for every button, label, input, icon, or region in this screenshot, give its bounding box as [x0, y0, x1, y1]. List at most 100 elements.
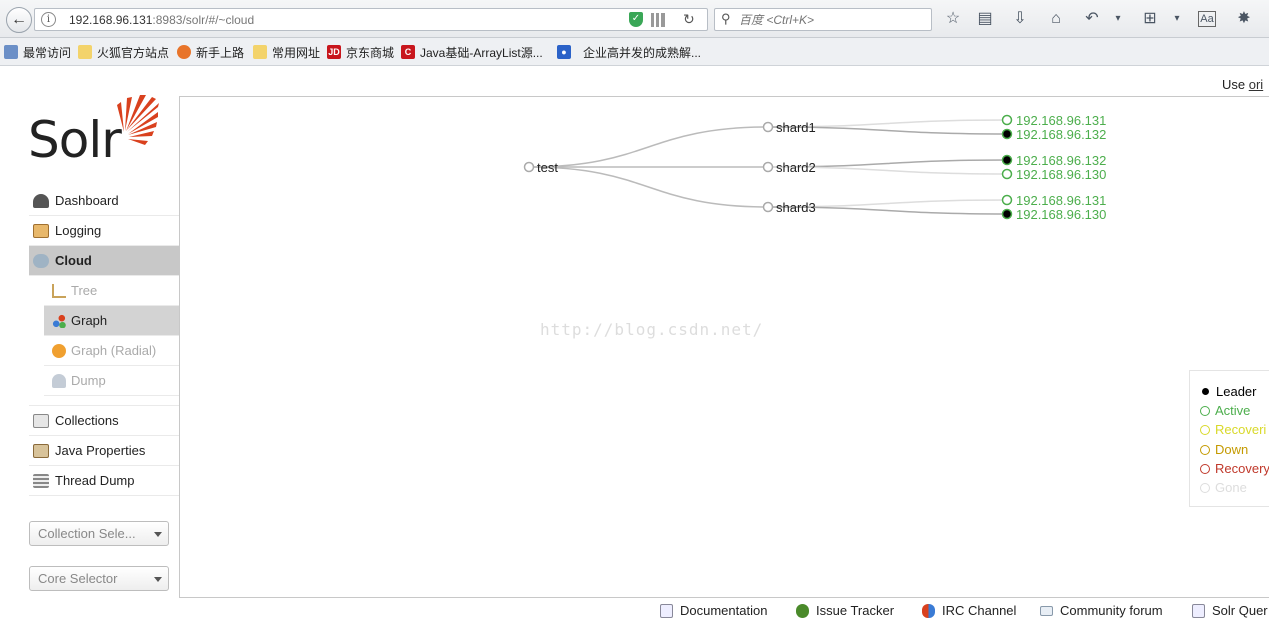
nav-collections[interactable]: Collections — [29, 406, 179, 436]
graph-legend: Leader Active Recoveri Down Recovery Gon… — [1189, 370, 1269, 507]
legend-gone: Gone — [1200, 480, 1247, 495]
chevron-down-icon — [154, 532, 162, 537]
footer-issue-tracker[interactable]: Issue Tracker — [796, 603, 894, 618]
nav-java-properties[interactable]: Java Properties — [29, 436, 179, 466]
original-ui-link[interactable]: ori — [1249, 77, 1263, 92]
nav-thread-dump[interactable]: Thread Dump — [29, 466, 179, 496]
shard-node — [762, 121, 774, 133]
star-icon[interactable]: ☆ — [943, 9, 963, 29]
collection-node — [523, 161, 535, 173]
chevron-down-icon[interactable]: ▾ — [1167, 9, 1187, 29]
java-icon — [33, 443, 49, 458]
legend-leader: Leader — [1200, 384, 1256, 399]
nav-logging[interactable]: Logging — [29, 216, 179, 246]
translate-icon[interactable]: Aa — [1198, 11, 1216, 27]
replica-label: 192.168.96.132 — [1016, 153, 1106, 168]
replica-label: 192.168.96.130 — [1016, 207, 1106, 222]
bookmark-high-concurrency[interactable]: ● 企业高并发的成熟解... — [557, 44, 701, 60]
url-path: :8983/solr/#/~cloud — [152, 13, 255, 27]
replica-leader-node — [1001, 128, 1013, 140]
qr-code-icon[interactable] — [651, 13, 665, 27]
home-icon[interactable]: ⌂ — [1046, 9, 1066, 29]
legend-active: Active — [1200, 403, 1250, 418]
cloud-graph-panel: test shard1 192.168.96.131 192.168.96.132 sh… — [179, 96, 1269, 598]
footer-documentation[interactable]: Documentation — [660, 603, 767, 618]
nav-cloud-graph[interactable]: Graph — [44, 306, 179, 336]
replica-leader-node — [1001, 154, 1013, 166]
shield-icon[interactable]: ✓ — [629, 12, 643, 27]
dashboard-icon — [33, 193, 49, 208]
reload-icon[interactable]: ↻ — [683, 11, 695, 28]
graph-link — [528, 126, 769, 168]
watermark: http://blog.csdn.net/ — [540, 320, 764, 339]
mail-icon — [1040, 605, 1053, 616]
search-input[interactable] — [739, 11, 927, 28]
logging-icon — [33, 223, 49, 238]
url-bar[interactable]: i 192.168.96.131:8983/solr/#/~cloud ✓ ↻ — [34, 8, 708, 31]
jd-icon: JD — [327, 45, 341, 59]
replica-leader-node — [1001, 208, 1013, 220]
collection-selector[interactable]: Collection Sele... — [29, 521, 169, 546]
leader-dot-icon — [1202, 388, 1209, 395]
csdn-icon: C — [401, 45, 415, 59]
nav-cloud-dump[interactable]: Dump — [44, 366, 179, 396]
document-icon — [660, 603, 673, 618]
shard-label: shard2 — [776, 160, 816, 175]
core-selector[interactable]: Core Selector — [29, 566, 169, 591]
cloud-icon — [33, 253, 49, 268]
footer-irc-channel[interactable]: IRC Channel — [922, 603, 1016, 618]
sidebar: Dashboard Logging Cloud Tree Graph Graph… — [29, 186, 179, 496]
nav-cloud-tree[interactable]: Tree — [44, 276, 179, 306]
undo-icon[interactable]: ↶ — [1082, 9, 1102, 29]
footer-solr-query-syntax[interactable]: Solr Quer — [1192, 603, 1268, 618]
nav-divider — [29, 396, 179, 406]
graph-link — [528, 166, 769, 208]
chevron-down-icon[interactable]: ▾ — [1108, 9, 1128, 29]
bookmark-most-visited[interactable]: 最常访问 — [4, 44, 71, 60]
back-button[interactable]: ← — [6, 7, 32, 33]
query-icon — [1192, 603, 1205, 618]
gone-dot-icon — [1200, 482, 1210, 493]
collection-label: test — [537, 160, 558, 175]
baidu-paw-icon: ● — [557, 45, 571, 59]
legend-recovering: Recoveri — [1200, 422, 1266, 437]
cloud-graph: testshard1 192.168.96.131192.168.96.132sh… — [523, 113, 1106, 222]
shard-label: shard3 — [776, 200, 816, 215]
bookmark-java-arraylist[interactable]: C Java基础-ArrayList源... — [401, 44, 543, 60]
tree-icon — [52, 283, 66, 298]
legend-recovery-failed: Recovery — [1200, 461, 1269, 476]
graph-icon — [52, 313, 66, 328]
nav-cloud-graph-radial[interactable]: Graph (Radial) — [44, 336, 179, 366]
browser-toolbar: ← i 192.168.96.131:8983/solr/#/~cloud ✓ … — [0, 0, 1269, 38]
nav-dashboard[interactable]: Dashboard — [29, 186, 179, 216]
nav-cloud[interactable]: Cloud — [29, 246, 179, 276]
crop-icon[interactable]: ⊞ — [1140, 9, 1160, 29]
info-icon[interactable]: i — [41, 12, 56, 27]
replica-label: 192.168.96.132 — [1016, 127, 1106, 142]
reading-list-icon[interactable]: ▤ — [975, 9, 995, 29]
footer-community-forum[interactable]: Community forum — [1040, 603, 1163, 618]
bookmark-firefox-official[interactable]: 火狐官方站点 — [78, 44, 169, 60]
replica-label: 192.168.96.131 — [1016, 193, 1106, 208]
url-host: 192.168.96.131 — [69, 13, 153, 27]
download-icon[interactable]: ⇩ — [1010, 9, 1030, 29]
replica-label: 192.168.96.131 — [1016, 113, 1106, 128]
firefox-icon — [177, 45, 191, 59]
extension-icon[interactable]: ✸ — [1234, 9, 1254, 29]
logo-wordmark: Solr — [28, 111, 122, 169]
chevron-down-icon — [154, 577, 162, 582]
replica-active-node — [1001, 168, 1013, 180]
replica-label: 192.168.96.130 — [1016, 167, 1106, 182]
solr-logo[interactable]: Solr — [28, 93, 163, 169]
down-dot-icon — [1200, 444, 1210, 455]
bookmark-getting-started[interactable]: 新手上路 — [177, 44, 244, 60]
arrow-left-icon: ← — [11, 11, 27, 28]
recovery-failed-dot-icon — [1200, 463, 1210, 474]
bug-icon — [796, 603, 809, 618]
collections-icon — [33, 413, 49, 428]
search-bar[interactable]: ⚲ — [714, 8, 932, 31]
bookmark-icon — [4, 45, 18, 59]
radial-graph-icon — [52, 343, 66, 358]
bookmark-common-sites[interactable]: 常用网址 — [253, 44, 320, 60]
bookmark-jd[interactable]: JD 京东商城 — [327, 44, 394, 60]
